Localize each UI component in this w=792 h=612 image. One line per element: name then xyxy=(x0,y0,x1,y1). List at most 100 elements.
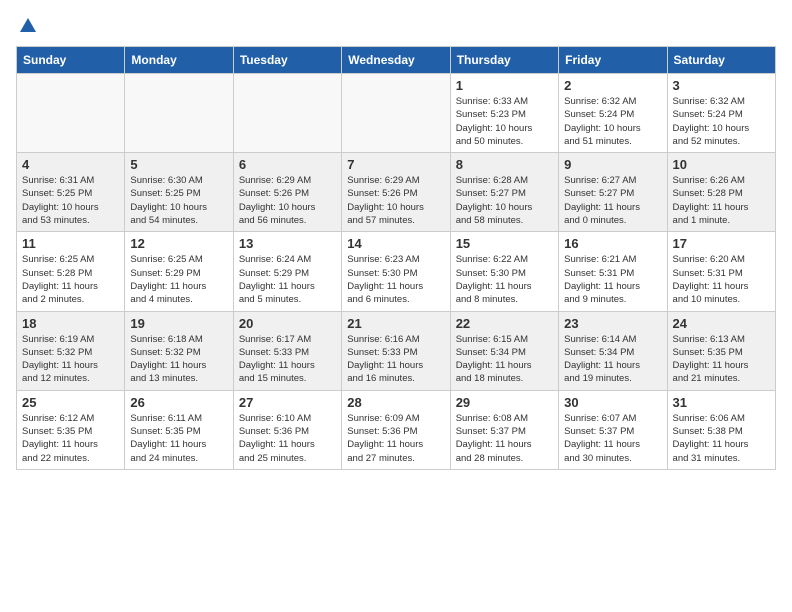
day-info: Sunrise: 6:25 AM Sunset: 5:29 PM Dayligh… xyxy=(130,253,227,306)
day-number: 24 xyxy=(673,316,770,331)
calendar-day-cell: 24 Sunrise: 6:13 AM Sunset: 5:35 PM Dayli… xyxy=(667,311,775,390)
day-number: 8 xyxy=(456,157,553,172)
calendar-day-cell: 14 Sunrise: 6:23 AM Sunset: 5:30 PM Dayli… xyxy=(342,232,450,311)
day-number: 13 xyxy=(239,236,336,251)
calendar-day-cell: 17 Sunrise: 6:20 AM Sunset: 5:31 PM Dayli… xyxy=(667,232,775,311)
day-info: Sunrise: 6:09 AM Sunset: 5:36 PM Dayligh… xyxy=(347,412,444,465)
day-info: Sunrise: 6:18 AM Sunset: 5:32 PM Dayligh… xyxy=(130,333,227,386)
day-info: Sunrise: 6:08 AM Sunset: 5:37 PM Dayligh… xyxy=(456,412,553,465)
day-info: Sunrise: 6:32 AM Sunset: 5:24 PM Dayligh… xyxy=(564,95,661,148)
day-number: 15 xyxy=(456,236,553,251)
logo xyxy=(16,16,38,36)
calendar-day-cell: 9 Sunrise: 6:27 AM Sunset: 5:27 PM Daylig… xyxy=(559,153,667,232)
calendar-day-cell: 26 Sunrise: 6:11 AM Sunset: 5:35 PM Dayli… xyxy=(125,390,233,469)
calendar-day-cell: 23Sunrise: 6:14 AM Sunset: 5:34 PM Dayli… xyxy=(559,311,667,390)
column-header-wednesday: Wednesday xyxy=(342,47,450,74)
day-info: Sunrise: 6:24 AM Sunset: 5:29 PM Dayligh… xyxy=(239,253,336,306)
calendar-day-cell: 31 Sunrise: 6:06 AM Sunset: 5:38 PM Dayli… xyxy=(667,390,775,469)
day-number: 2 xyxy=(564,78,661,93)
calendar-day-cell: 11Sunrise: 6:25 AM Sunset: 5:28 PM Dayli… xyxy=(17,232,125,311)
day-number: 26 xyxy=(130,395,227,410)
day-info: Sunrise: 6:13 AM Sunset: 5:35 PM Dayligh… xyxy=(673,333,770,386)
day-info: Sunrise: 6:20 AM Sunset: 5:31 PM Dayligh… xyxy=(673,253,770,306)
calendar-day-cell: 13 Sunrise: 6:24 AM Sunset: 5:29 PM Dayli… xyxy=(233,232,341,311)
day-number: 19 xyxy=(130,316,227,331)
day-info: Sunrise: 6:16 AM Sunset: 5:33 PM Dayligh… xyxy=(347,333,444,386)
day-info: Sunrise: 6:15 AM Sunset: 5:34 PM Dayligh… xyxy=(456,333,553,386)
day-number: 5 xyxy=(130,157,227,172)
day-info: Sunrise: 6:25 AM Sunset: 5:28 PM Dayligh… xyxy=(22,253,119,306)
day-number: 22 xyxy=(456,316,553,331)
day-info: Sunrise: 6:07 AM Sunset: 5:37 PM Dayligh… xyxy=(564,412,661,465)
day-number: 18 xyxy=(22,316,119,331)
day-info: Sunrise: 6:14 AM Sunset: 5:34 PM Dayligh… xyxy=(564,333,661,386)
day-info: Sunrise: 6:21 AM Sunset: 5:31 PM Dayligh… xyxy=(564,253,661,306)
calendar-day-cell: 5 Sunrise: 6:30 AM Sunset: 5:25 PM Daylig… xyxy=(125,153,233,232)
day-number: 14 xyxy=(347,236,444,251)
calendar-day-cell: 7 Sunrise: 6:29 AM Sunset: 5:26 PM Daylig… xyxy=(342,153,450,232)
calendar-week-row: 25Sunrise: 6:12 AM Sunset: 5:35 PM Dayli… xyxy=(17,390,776,469)
calendar-week-row: 18Sunrise: 6:19 AM Sunset: 5:32 PM Dayli… xyxy=(17,311,776,390)
day-info: Sunrise: 6:06 AM Sunset: 5:38 PM Dayligh… xyxy=(673,412,770,465)
calendar-day-cell: 27 Sunrise: 6:10 AM Sunset: 5:36 PM Dayli… xyxy=(233,390,341,469)
day-number: 30 xyxy=(564,395,661,410)
column-header-sunday: Sunday xyxy=(17,47,125,74)
calendar-day-cell: 3 Sunrise: 6:32 AM Sunset: 5:24 PM Daylig… xyxy=(667,74,775,153)
day-number: 28 xyxy=(347,395,444,410)
column-header-saturday: Saturday xyxy=(667,47,775,74)
calendar-day-cell: 12 Sunrise: 6:25 AM Sunset: 5:29 PM Dayli… xyxy=(125,232,233,311)
calendar-day-cell: 18Sunrise: 6:19 AM Sunset: 5:32 PM Dayli… xyxy=(17,311,125,390)
calendar-day-cell: 30 Sunrise: 6:07 AM Sunset: 5:37 PM Dayli… xyxy=(559,390,667,469)
day-info: Sunrise: 6:11 AM Sunset: 5:35 PM Dayligh… xyxy=(130,412,227,465)
day-info: Sunrise: 6:29 AM Sunset: 5:26 PM Dayligh… xyxy=(347,174,444,227)
day-number: 7 xyxy=(347,157,444,172)
day-number: 25 xyxy=(22,395,119,410)
day-number: 27 xyxy=(239,395,336,410)
calendar-week-row: 1Sunrise: 6:33 AM Sunset: 5:23 PM Daylig… xyxy=(17,74,776,153)
calendar-day-cell: 25Sunrise: 6:12 AM Sunset: 5:35 PM Dayli… xyxy=(17,390,125,469)
calendar-week-row: 4Sunrise: 6:31 AM Sunset: 5:25 PM Daylig… xyxy=(17,153,776,232)
calendar-day-cell: 22 Sunrise: 6:15 AM Sunset: 5:34 PM Dayli… xyxy=(450,311,558,390)
calendar-table: SundayMondayTuesdayWednesdayThursdayFrid… xyxy=(16,46,776,470)
day-info: Sunrise: 6:26 AM Sunset: 5:28 PM Dayligh… xyxy=(673,174,770,227)
day-info: Sunrise: 6:10 AM Sunset: 5:36 PM Dayligh… xyxy=(239,412,336,465)
day-info: Sunrise: 6:22 AM Sunset: 5:30 PM Dayligh… xyxy=(456,253,553,306)
calendar-day-cell: 10Sunrise: 6:26 AM Sunset: 5:28 PM Dayli… xyxy=(667,153,775,232)
calendar-day-cell: 21 Sunrise: 6:16 AM Sunset: 5:33 PM Dayli… xyxy=(342,311,450,390)
day-info: Sunrise: 6:32 AM Sunset: 5:24 PM Dayligh… xyxy=(673,95,770,148)
day-info: Sunrise: 6:33 AM Sunset: 5:23 PM Dayligh… xyxy=(456,95,553,148)
calendar-day-cell: 19 Sunrise: 6:18 AM Sunset: 5:32 PM Dayli… xyxy=(125,311,233,390)
calendar-day-cell: 16 Sunrise: 6:21 AM Sunset: 5:31 PM Dayli… xyxy=(559,232,667,311)
day-number: 9 xyxy=(564,157,661,172)
day-number: 21 xyxy=(347,316,444,331)
calendar-header-row: SundayMondayTuesdayWednesdayThursdayFrid… xyxy=(17,47,776,74)
column-header-monday: Monday xyxy=(125,47,233,74)
day-info: Sunrise: 6:29 AM Sunset: 5:26 PM Dayligh… xyxy=(239,174,336,227)
calendar-day-cell: 28 Sunrise: 6:09 AM Sunset: 5:36 PM Dayli… xyxy=(342,390,450,469)
day-number: 12 xyxy=(130,236,227,251)
calendar-day-cell: 29 Sunrise: 6:08 AM Sunset: 5:37 PM Dayli… xyxy=(450,390,558,469)
calendar-day-cell: 20Sunrise: 6:17 AM Sunset: 5:33 PM Dayli… xyxy=(233,311,341,390)
logo-icon xyxy=(18,16,38,36)
day-info: Sunrise: 6:30 AM Sunset: 5:25 PM Dayligh… xyxy=(130,174,227,227)
day-number: 29 xyxy=(456,395,553,410)
day-info: Sunrise: 6:31 AM Sunset: 5:25 PM Dayligh… xyxy=(22,174,119,227)
day-info: Sunrise: 6:23 AM Sunset: 5:30 PM Dayligh… xyxy=(347,253,444,306)
day-number: 3 xyxy=(673,78,770,93)
calendar-day-cell: 8 Sunrise: 6:28 AM Sunset: 5:27 PM Daylig… xyxy=(450,153,558,232)
calendar-day-cell: 15 Sunrise: 6:22 AM Sunset: 5:30 PM Dayli… xyxy=(450,232,558,311)
day-info: Sunrise: 6:28 AM Sunset: 5:27 PM Dayligh… xyxy=(456,174,553,227)
day-number: 6 xyxy=(239,157,336,172)
calendar-week-row: 11Sunrise: 6:25 AM Sunset: 5:28 PM Dayli… xyxy=(17,232,776,311)
day-info: Sunrise: 6:27 AM Sunset: 5:27 PM Dayligh… xyxy=(564,174,661,227)
page-header xyxy=(16,16,776,36)
calendar-day-cell: 4Sunrise: 6:31 AM Sunset: 5:25 PM Daylig… xyxy=(17,153,125,232)
day-number: 16 xyxy=(564,236,661,251)
day-number: 17 xyxy=(673,236,770,251)
calendar-day-cell: 6 Sunrise: 6:29 AM Sunset: 5:26 PM Daylig… xyxy=(233,153,341,232)
day-number: 20 xyxy=(239,316,336,331)
day-number: 31 xyxy=(673,395,770,410)
calendar-day-cell xyxy=(342,74,450,153)
calendar-day-cell: 2 Sunrise: 6:32 AM Sunset: 5:24 PM Daylig… xyxy=(559,74,667,153)
calendar-day-cell: 1Sunrise: 6:33 AM Sunset: 5:23 PM Daylig… xyxy=(450,74,558,153)
